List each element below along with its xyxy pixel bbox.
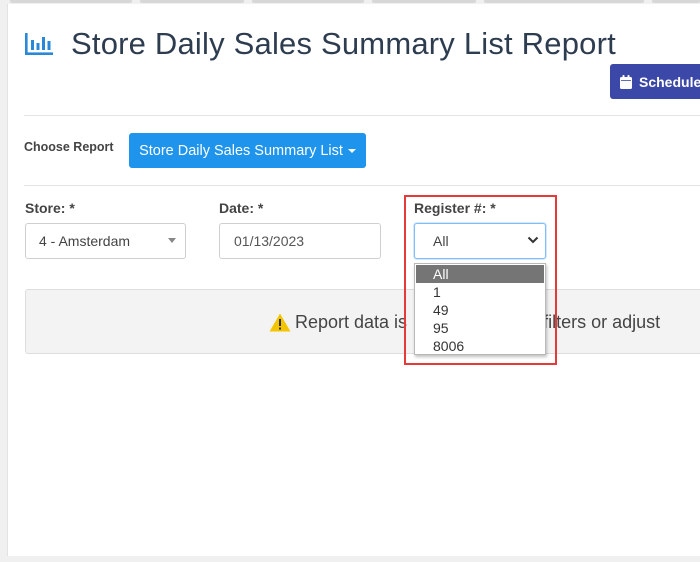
report-select-label: Store Daily Sales Summary List bbox=[139, 142, 343, 159]
report-panel: Store Daily Sales Summary List Report Sc… bbox=[7, 4, 700, 556]
register-value: All bbox=[433, 233, 449, 249]
bar-chart-icon bbox=[25, 33, 53, 55]
top-tab[interactable] bbox=[140, 0, 244, 3]
divider bbox=[24, 115, 700, 116]
register-label: Register #: * bbox=[414, 200, 496, 216]
top-tab[interactable] bbox=[10, 0, 132, 3]
register-option[interactable]: All bbox=[416, 265, 544, 283]
date-label: Date: * bbox=[219, 200, 264, 216]
top-tab[interactable] bbox=[484, 0, 644, 3]
page-header: Store Daily Sales Summary List Report bbox=[24, 24, 616, 64]
choose-report-label: Choose Report bbox=[24, 140, 114, 154]
top-tab[interactable] bbox=[652, 0, 700, 3]
calendar-icon bbox=[620, 74, 632, 89]
schedule-button[interactable]: Schedule bbox=[610, 64, 700, 99]
top-tab-strip bbox=[0, 0, 700, 3]
register-option[interactable]: 1 bbox=[415, 283, 545, 301]
warning-icon bbox=[269, 313, 291, 332]
top-tab[interactable] bbox=[372, 0, 476, 3]
register-option[interactable]: 95 bbox=[415, 319, 545, 337]
date-value: 01/13/2023 bbox=[234, 233, 305, 249]
register-option[interactable]: 8006 bbox=[415, 337, 545, 355]
top-tab[interactable] bbox=[252, 0, 364, 3]
schedule-label: Schedule bbox=[639, 73, 700, 90]
register-select[interactable]: All bbox=[414, 223, 546, 259]
register-option[interactable]: 49 bbox=[415, 301, 545, 319]
store-value: 4 - Amsterdam bbox=[39, 233, 131, 249]
register-dropdown-list: All 1 49 95 8006 bbox=[414, 263, 546, 355]
alert-box: Report data is ng filters or adjust bbox=[25, 289, 700, 354]
chevron-down-icon bbox=[527, 236, 539, 244]
store-label: Store: * bbox=[25, 200, 75, 216]
alert-text-left: Report data is bbox=[295, 312, 408, 332]
caret-down-icon bbox=[347, 148, 356, 153]
report-select-button[interactable]: Store Daily Sales Summary List bbox=[129, 133, 366, 168]
store-select[interactable]: 4 - Amsterdam bbox=[25, 223, 186, 259]
divider bbox=[24, 185, 700, 186]
triangle-down-icon bbox=[168, 238, 176, 243]
date-input[interactable]: 01/13/2023 bbox=[219, 223, 381, 259]
page-title: Store Daily Sales Summary List Report bbox=[71, 26, 616, 61]
